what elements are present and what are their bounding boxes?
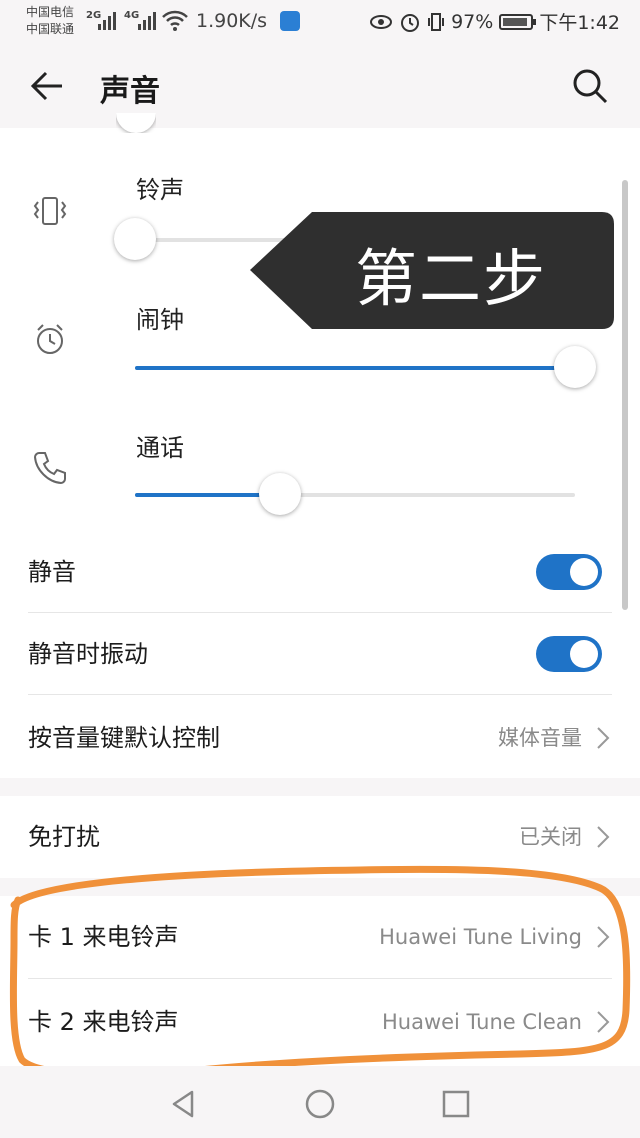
slider-knob[interactable] [554, 346, 596, 388]
sim2-ringtone-label: 卡 2 来电铃声 [28, 1008, 179, 1036]
vibrate-on-mute-row[interactable]: 静音时振动 [0, 614, 640, 694]
call-slider-label: 通话 [136, 434, 184, 462]
volume-key-label: 按音量键默认控制 [28, 724, 220, 752]
signal-icon [98, 12, 116, 30]
navigation-bar [0, 1066, 640, 1138]
network-speed: 1.90K/s [196, 10, 268, 32]
phone-icon [33, 452, 66, 485]
sim1-ringtone-value: Huawei Tune Living [379, 925, 582, 949]
dnd-value: 已关闭 [519, 825, 582, 849]
divider [28, 978, 612, 979]
alarm-icon [37, 324, 63, 354]
scrollbar[interactable] [622, 180, 628, 610]
volume-key-row[interactable]: 按音量键默认控制 媒体音量 [0, 698, 640, 778]
eye-comfort-icon [370, 14, 393, 29]
battery-percent: 97% [451, 10, 494, 33]
status-right: 97% 下午1:42 [369, 8, 620, 35]
wifi-icon [162, 10, 188, 31]
nav-back-icon[interactable] [168, 1088, 200, 1120]
sim1-ringtone-row[interactable]: 卡 1 来电铃声 Huawei Tune Living [0, 897, 640, 977]
nav-home-icon[interactable] [304, 1088, 336, 1120]
volume-key-value: 媒体音量 [498, 726, 582, 750]
app-toolbar: 声音 [0, 44, 640, 128]
status-bar: 中国电信 中国联通 2G 4G 1.90K/s 97% 下午1:42 [0, 0, 640, 44]
dnd-label: 免打扰 [28, 823, 100, 851]
previous-slider-knob[interactable] [116, 113, 156, 133]
network-type-2: 4G [124, 10, 140, 21]
sim1-ringtone-label: 卡 1 来电铃声 [28, 923, 179, 951]
vibrate-on-mute-label: 静音时振动 [28, 640, 148, 668]
chevron-right-icon [597, 926, 610, 948]
vibrate-icon [33, 197, 67, 225]
chevron-right-icon [597, 1011, 610, 1033]
arrow-left-icon[interactable] [28, 66, 68, 106]
slider-fill [135, 366, 575, 370]
call-slider[interactable] [135, 473, 575, 515]
vibrate-status-icon [428, 12, 445, 31]
slider-knob[interactable] [114, 218, 156, 260]
sim2-ringtone-row[interactable]: 卡 2 来电铃声 Huawei Tune Clean [0, 982, 640, 1062]
divider [28, 694, 612, 695]
mute-label: 静音 [28, 558, 76, 586]
carrier-2: 中国联通 [26, 22, 75, 36]
carrier-info: 中国电信 中国联通 [26, 4, 74, 38]
page-title: 声音 [100, 74, 160, 109]
alarm-slider-label: 闹钟 [136, 306, 184, 334]
slider-knob[interactable] [259, 473, 302, 515]
sim2-ringtone-value: Huawei Tune Clean [381, 1010, 582, 1034]
vibrate-on-mute-toggle[interactable] [536, 636, 602, 672]
search-icon[interactable] [570, 66, 610, 106]
divider [28, 612, 612, 613]
clock: 下午1:42 [539, 12, 620, 34]
nav-recents-icon[interactable] [440, 1088, 472, 1120]
battery-icon [499, 13, 537, 30]
chevron-right-icon [597, 727, 610, 749]
chevron-right-icon [597, 826, 610, 848]
app-notification-icon [280, 11, 300, 31]
alarm-slider[interactable] [135, 346, 596, 388]
mute-toggle[interactable] [536, 554, 602, 590]
alarm-status-icon [401, 13, 420, 32]
carrier-1: 中国电信 [26, 5, 75, 19]
signal-icon [138, 12, 156, 30]
mute-row[interactable]: 静音 [0, 532, 640, 612]
step-callout-text: 第二步 [355, 242, 548, 315]
ringtone-slider-label: 铃声 [136, 176, 184, 204]
dnd-row[interactable]: 免打扰 已关闭 [0, 797, 640, 877]
